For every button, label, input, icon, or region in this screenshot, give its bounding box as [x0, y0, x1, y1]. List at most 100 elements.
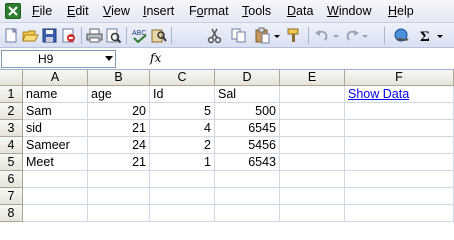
- row-header-3[interactable]: 3: [0, 120, 23, 137]
- cell-f2[interactable]: [345, 103, 454, 120]
- name-box[interactable]: H9: [1, 50, 116, 68]
- row-header-5[interactable]: 5: [0, 154, 23, 171]
- cell-b7[interactable]: [88, 188, 150, 205]
- cell-f3[interactable]: [345, 120, 454, 137]
- cell-f8[interactable]: [345, 205, 454, 222]
- menu-help[interactable]: Help: [388, 4, 414, 18]
- cell-e5[interactable]: [280, 154, 345, 171]
- cell-d6[interactable]: [215, 171, 280, 188]
- cell-f6[interactable]: [345, 171, 454, 188]
- cell-e7[interactable]: [280, 188, 345, 205]
- undo-icon[interactable]: [314, 27, 331, 44]
- column-header-f[interactable]: F: [345, 70, 454, 86]
- paste-icon[interactable]: [254, 27, 271, 44]
- cell-a5[interactable]: Meet: [23, 154, 88, 171]
- cell-e3[interactable]: [280, 120, 345, 137]
- excel-app-icon[interactable]: [5, 3, 21, 19]
- formula-input[interactable]: [168, 50, 453, 68]
- name-box-value: H9: [38, 52, 54, 66]
- cell-e4[interactable]: [280, 137, 345, 154]
- cell-a2[interactable]: Sam: [23, 103, 88, 120]
- row-header-1[interactable]: 1: [0, 86, 23, 103]
- cell-b1[interactable]: age: [88, 86, 150, 103]
- menu-insert[interactable]: Insert: [143, 4, 174, 18]
- cell-a6[interactable]: [23, 171, 88, 188]
- autosum-dropdown-icon[interactable]: [435, 27, 445, 44]
- svg-text:Σ: Σ: [420, 29, 430, 44]
- row-header-7[interactable]: 7: [0, 188, 23, 205]
- row-header-6[interactable]: 6: [0, 171, 23, 188]
- autosum-icon[interactable]: Σ: [418, 27, 435, 45]
- row-header-4[interactable]: 4: [0, 137, 23, 154]
- cell-d1[interactable]: Sal: [215, 86, 280, 103]
- cell-c8[interactable]: [150, 205, 215, 222]
- cell-d2[interactable]: 500: [215, 103, 280, 120]
- column-header-b[interactable]: B: [88, 70, 150, 86]
- redo-dropdown-icon[interactable]: [360, 27, 370, 44]
- menu-file[interactable]: File: [32, 4, 52, 18]
- chevron-down-icon[interactable]: [105, 56, 113, 61]
- cell-b5[interactable]: 21: [88, 154, 150, 171]
- print-icon[interactable]: [86, 27, 103, 44]
- row-header-2[interactable]: 2: [0, 103, 23, 120]
- cell-d4[interactable]: 5456: [215, 137, 280, 154]
- paste-dropdown-icon[interactable]: [272, 27, 282, 44]
- menu-edit[interactable]: Edit: [67, 4, 89, 18]
- redo-icon[interactable]: [343, 27, 360, 44]
- menu-format[interactable]: Format: [189, 4, 229, 18]
- cell-a8[interactable]: [23, 205, 88, 222]
- cell-b2[interactable]: 20: [88, 103, 150, 120]
- cell-f4[interactable]: [345, 137, 454, 154]
- cell-e1[interactable]: [280, 86, 345, 103]
- cell-d3[interactable]: 6545: [215, 120, 280, 137]
- column-header-e[interactable]: E: [280, 70, 345, 86]
- research-icon[interactable]: [150, 27, 167, 44]
- cell-f5[interactable]: [345, 154, 454, 171]
- row-header-8[interactable]: 8: [0, 205, 23, 222]
- cell-b6[interactable]: [88, 171, 150, 188]
- insert-function-icon[interactable]: fx: [150, 51, 161, 65]
- spelling-icon[interactable]: ABC: [131, 27, 148, 44]
- toolbar-separator: [384, 27, 385, 44]
- cell-e2[interactable]: [280, 103, 345, 120]
- cell-e8[interactable]: [280, 205, 345, 222]
- cut-icon[interactable]: [206, 27, 223, 44]
- cell-c4[interactable]: 2: [150, 137, 215, 154]
- save-icon[interactable]: [41, 27, 58, 44]
- menu-view[interactable]: View: [103, 4, 130, 18]
- cell-a4[interactable]: Sameer: [23, 137, 88, 154]
- print-preview-icon[interactable]: [105, 27, 122, 44]
- column-header-a[interactable]: A: [23, 70, 88, 86]
- menu-data[interactable]: Data: [287, 4, 313, 18]
- column-header-c[interactable]: C: [150, 70, 215, 86]
- cell-d8[interactable]: [215, 205, 280, 222]
- cell-e6[interactable]: [280, 171, 345, 188]
- undo-dropdown-icon[interactable]: [331, 27, 341, 44]
- select-all-corner[interactable]: [0, 70, 23, 86]
- show-data-link[interactable]: Show Data: [345, 86, 454, 103]
- open-icon[interactable]: [22, 27, 39, 44]
- format-painter-icon[interactable]: [285, 27, 302, 44]
- hyperlink-icon[interactable]: [393, 27, 410, 44]
- column-header-d[interactable]: D: [215, 70, 280, 86]
- permission-icon[interactable]: [60, 27, 77, 44]
- cell-c6[interactable]: [150, 171, 215, 188]
- menu-window[interactable]: Window: [327, 4, 371, 18]
- copy-icon[interactable]: [230, 27, 247, 44]
- cell-a1[interactable]: name: [23, 86, 88, 103]
- cell-c2[interactable]: 5: [150, 103, 215, 120]
- cell-c5[interactable]: 1: [150, 154, 215, 171]
- menu-tools[interactable]: Tools: [242, 4, 271, 18]
- cell-f7[interactable]: [345, 188, 454, 205]
- cell-d7[interactable]: [215, 188, 280, 205]
- cell-a7[interactable]: [23, 188, 88, 205]
- cell-c3[interactable]: 4: [150, 120, 215, 137]
- cell-a3[interactable]: sid: [23, 120, 88, 137]
- cell-b8[interactable]: [88, 205, 150, 222]
- cell-c7[interactable]: [150, 188, 215, 205]
- cell-b4[interactable]: 24: [88, 137, 150, 154]
- cell-d5[interactable]: 6543: [215, 154, 280, 171]
- new-icon[interactable]: [3, 27, 20, 44]
- cell-b3[interactable]: 21: [88, 120, 150, 137]
- cell-c1[interactable]: Id: [150, 86, 215, 103]
